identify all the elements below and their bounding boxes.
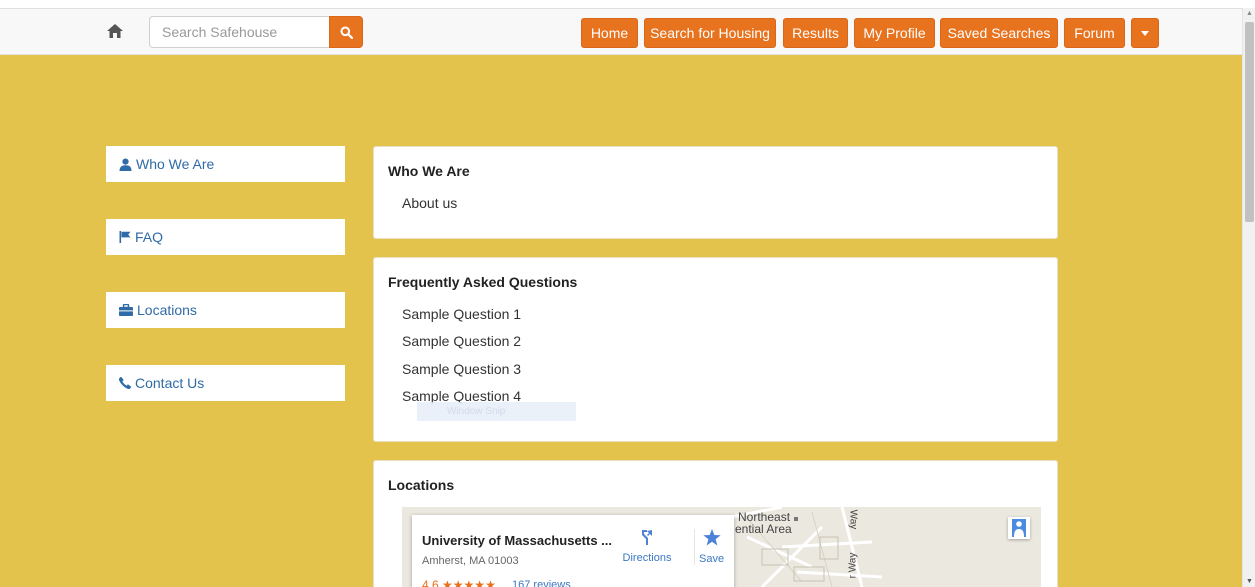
nav-results-button[interactable]: Results: [783, 18, 848, 48]
faq-question[interactable]: Sample Question 1: [402, 306, 521, 322]
search-button[interactable]: [329, 16, 363, 48]
caret-down-icon: [1141, 30, 1149, 36]
place-address: Amherst, MA 01003: [422, 555, 519, 567]
map-area-label: ential Area: [735, 522, 792, 536]
place-rating: 4.6 ★★★★★: [422, 578, 496, 587]
save-label: Save: [699, 553, 725, 565]
sidebar-item-label: FAQ: [135, 229, 164, 245]
home-icon[interactable]: [106, 22, 124, 40]
map-road-label: Way: [847, 509, 859, 530]
who-we-are-panel: Who We Are About us: [373, 146, 1058, 239]
faq-question[interactable]: Sample Question 3: [402, 361, 521, 377]
nav-search-housing-button[interactable]: Search for Housing: [644, 18, 776, 48]
place-info-card: University of Massachusetts ... Amherst,…: [412, 515, 734, 587]
scroll-down-arrow-icon[interactable]: ▼: [1246, 578, 1253, 585]
star-icon: [702, 529, 721, 546]
scroll-thumb[interactable]: [1245, 22, 1254, 222]
top-navbar: Home Search for Housing Results My Profi…: [0, 8, 1242, 55]
directions-icon: [642, 530, 652, 545]
locations-panel: Locations Northeast ential Area r Way Wa…: [373, 460, 1058, 587]
scroll-up-arrow-icon[interactable]: ▲: [1246, 10, 1253, 17]
panel-title: Who We Are: [388, 163, 470, 179]
save-place-button[interactable]: Save: [694, 529, 724, 565]
panel-title: Frequently Asked Questions: [388, 274, 578, 290]
reviews-link[interactable]: 167 reviews: [512, 579, 571, 587]
user-icon: [119, 158, 132, 171]
sidebar-item-who-we-are[interactable]: Who We Are: [106, 146, 345, 182]
briefcase-icon: [119, 304, 133, 316]
nav-my-profile-button[interactable]: My Profile: [854, 18, 935, 48]
sidebar-item-locations[interactable]: Locations: [106, 292, 345, 328]
panel-title: Locations: [388, 477, 455, 493]
nav-forum-button[interactable]: Forum: [1064, 18, 1125, 48]
place-name[interactable]: University of Massachusetts ...: [422, 533, 612, 548]
nav-home-button[interactable]: Home: [581, 18, 638, 48]
street-view-pegman-icon[interactable]: [1008, 517, 1030, 539]
map-road-label: r Way: [847, 552, 859, 579]
about-us-link[interactable]: About us: [402, 195, 457, 211]
directions-label: Directions: [622, 552, 672, 564]
sidebar-item-faq[interactable]: FAQ: [106, 219, 345, 255]
sidebar-item-label: Who We Are: [136, 156, 215, 172]
nav-saved-searches-button[interactable]: Saved Searches: [940, 18, 1058, 48]
sidebar-item-contact-us[interactable]: Contact Us: [106, 365, 345, 401]
nav-dropdown-button[interactable]: [1131, 18, 1159, 48]
sidebar-item-label: Contact Us: [135, 375, 205, 391]
search-icon: [340, 26, 353, 39]
phone-icon: [119, 377, 131, 389]
rating-stars: ★★★★★: [442, 578, 496, 587]
page-scrollbar[interactable]: ▲ ▼: [1242, 8, 1255, 587]
content-area: Who We Are FAQ Locations Contact Us Who …: [0, 55, 1242, 587]
window-snip-overlay: Window Snip: [417, 402, 576, 421]
directions-button[interactable]: Directions: [620, 529, 674, 564]
sidebar-item-label: Locations: [137, 302, 197, 318]
faq-question[interactable]: Sample Question 2: [402, 333, 521, 349]
search-input[interactable]: [149, 16, 329, 48]
map[interactable]: Northeast ential Area r Way Way Universi…: [402, 507, 1041, 587]
flag-icon: [119, 231, 131, 243]
